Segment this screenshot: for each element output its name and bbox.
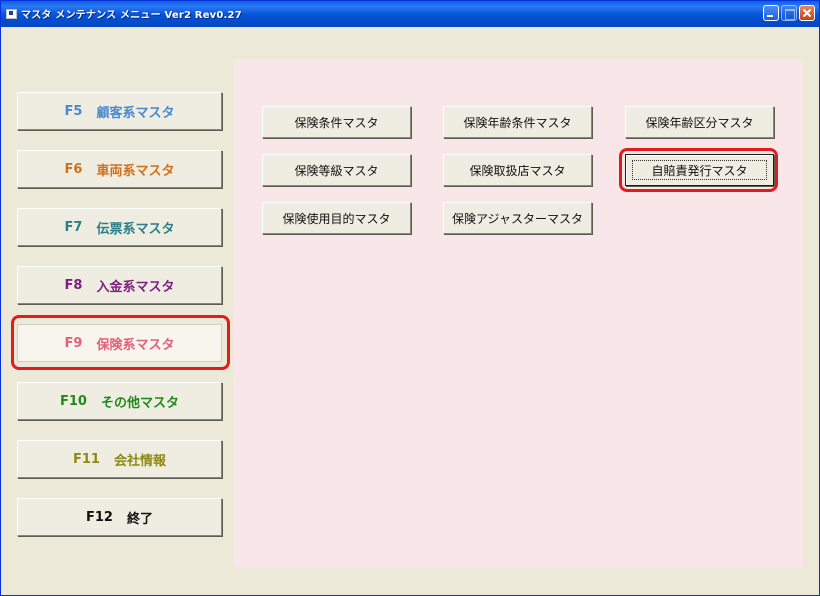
menu-button-f6[interactable]: F6 車両系マスタ	[17, 150, 222, 188]
menu-button-f11[interactable]: F11 会社情報	[17, 440, 222, 478]
function-key-label: F5	[64, 103, 83, 119]
menu-button-label: 入金系マスタ	[96, 279, 175, 295]
maximize-icon	[781, 5, 797, 21]
menu-button-f8[interactable]: F8 入金系マスタ	[17, 266, 222, 304]
window-title: マスタ メンテナンス メニュー Ver2 Rev0.27	[21, 10, 242, 21]
submenu-button-label: 保険使用目的マスタ	[282, 211, 391, 226]
function-key-label: F7	[64, 219, 83, 235]
menu-button-f12[interactable]: F12 終了	[17, 498, 222, 536]
highlight-ring-compulsory-insurance	[619, 148, 778, 192]
submenu-button-insurance-usage-purpose[interactable]: 保険使用目的マスタ	[262, 202, 411, 234]
menu-button-label: 終了	[126, 511, 153, 527]
menu-button-label: 車両系マスタ	[96, 163, 175, 179]
submenu-button-insurance-age-conditions[interactable]: 保険年齢条件マスタ	[443, 106, 592, 138]
submenu-button-insurance-conditions[interactable]: 保険条件マスタ	[262, 106, 411, 138]
menu-button-f5[interactable]: F5 顧客系マスタ	[17, 92, 222, 130]
submenu-button-insurance-grade[interactable]: 保険等級マスタ	[262, 154, 411, 186]
function-key-label: F6	[64, 161, 83, 177]
function-key-label: F11	[73, 451, 100, 467]
submenu-button-label: 保険年齢条件マスタ	[463, 115, 572, 130]
title-bar[interactable]: マスタ メンテナンス メニュー Ver2 Rev0.27	[1, 1, 819, 27]
submenu-button-label: 保険等級マスタ	[294, 163, 379, 178]
submenu-button-label: 保険年齢区分マスタ	[645, 115, 754, 130]
minimize-icon[interactable]	[763, 5, 779, 21]
submenu-button-label: 保険取扱店マスタ	[469, 163, 566, 178]
close-icon[interactable]	[799, 5, 815, 21]
menu-button-f10[interactable]: F10 その他マスタ	[17, 382, 222, 420]
app-icon[interactable]	[6, 9, 17, 19]
submenu-button-insurance-age-category[interactable]: 保険年齢区分マスタ	[625, 106, 774, 138]
app-window: マスタ メンテナンス メニュー Ver2 Rev0.27 F5 顧客系マスタ F…	[0, 0, 820, 596]
function-key-label: F10	[60, 393, 87, 409]
highlight-ring-f9	[11, 315, 230, 370]
submenu-button-insurance-adjuster[interactable]: 保険アジャスターマスタ	[443, 202, 592, 234]
function-key-label: F12	[86, 509, 113, 525]
menu-button-label: 会社情報	[113, 453, 166, 469]
function-key-label: F8	[64, 277, 83, 293]
submenu-button-insurance-agency[interactable]: 保険取扱店マスタ	[443, 154, 592, 186]
menu-button-f7[interactable]: F7 伝票系マスタ	[17, 208, 222, 246]
menu-button-label: 伝票系マスタ	[96, 221, 175, 237]
submenu-button-label: 保険条件マスタ	[294, 115, 379, 130]
submenu-button-label: 保険アジャスターマスタ	[452, 211, 583, 226]
menu-button-label: 顧客系マスタ	[96, 105, 175, 121]
menu-button-label: その他マスタ	[100, 395, 179, 411]
